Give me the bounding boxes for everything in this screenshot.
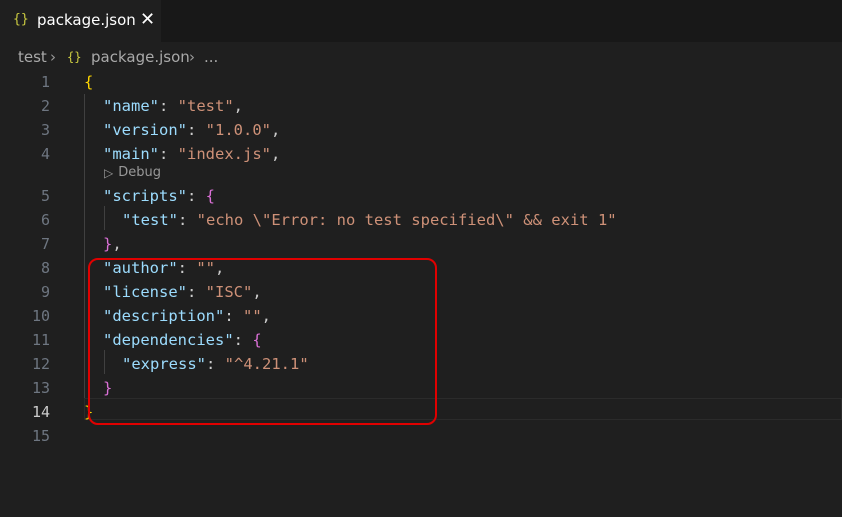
code-text: "version": "1.0.0", xyxy=(103,121,281,139)
json-key: "name" xyxy=(103,97,159,115)
tab-label: package.json xyxy=(37,11,136,29)
brace-open: { xyxy=(84,73,94,91)
line-number: 6 xyxy=(40,211,50,229)
annotation-highlight-box xyxy=(88,258,437,425)
json-value: "1.0.0" xyxy=(205,121,271,139)
line-number: 7 xyxy=(40,235,50,253)
code-line: 7 }, xyxy=(0,232,842,256)
line-number: 1 xyxy=(40,73,50,91)
code-text: "test": "echo \"Error: no test specified… xyxy=(122,211,617,229)
close-icon[interactable]: ✕ xyxy=(140,9,155,30)
line-number: 14 xyxy=(31,403,50,421)
code-line: 1 { xyxy=(0,70,842,94)
line-number: 12 xyxy=(31,355,50,373)
json-file-icon: {} xyxy=(67,50,82,64)
code-line: 4 "main": "index.js", xyxy=(0,142,842,166)
code-text: }, xyxy=(103,235,122,253)
line-number: 9 xyxy=(40,283,50,301)
code-text: "scripts": { xyxy=(103,187,216,205)
line-number: 13 xyxy=(31,379,50,397)
breadcrumb-file[interactable]: package.json xyxy=(91,48,190,66)
breadcrumb-folder[interactable]: test xyxy=(18,48,47,66)
code-editor[interactable]: 1 { 2 "name": "test", 3 "version": "1.0.… xyxy=(0,70,842,517)
chevron-right-icon: › xyxy=(189,48,195,66)
code-line: 6 "test": "echo \"Error: no test specifi… xyxy=(0,208,842,232)
debug-codelens[interactable]: ▷ Debug xyxy=(104,165,161,180)
json-key: "version" xyxy=(103,121,187,139)
json-key: "main" xyxy=(103,145,159,163)
json-key: "test" xyxy=(122,211,178,229)
line-number: 4 xyxy=(40,145,50,163)
code-line: 15 xyxy=(0,424,842,448)
line-number: 8 xyxy=(40,259,50,277)
debug-label: Debug xyxy=(118,165,161,180)
tab-bar: {} package.json ✕ xyxy=(0,0,842,42)
line-number: 15 xyxy=(31,427,50,445)
code-line: 5 "scripts": { xyxy=(0,184,842,208)
line-number: 5 xyxy=(40,187,50,205)
json-value: "echo \"Error: no test specified\" && ex… xyxy=(196,211,617,229)
code-line: 2 "name": "test", xyxy=(0,94,842,118)
json-value: "index.js" xyxy=(177,145,271,163)
code-text: "main": "index.js", xyxy=(103,145,281,163)
chevron-right-icon: › xyxy=(50,48,56,66)
code-text: "name": "test", xyxy=(103,97,244,115)
play-icon: ▷ xyxy=(104,165,114,180)
line-number: 3 xyxy=(40,121,50,139)
json-value: "test" xyxy=(177,97,234,115)
breadcrumb-more[interactable]: ... xyxy=(204,48,218,66)
line-number: 10 xyxy=(31,307,50,325)
breadcrumb: test › {} package.json › ... xyxy=(0,44,842,70)
tab-package-json[interactable]: {} package.json ✕ xyxy=(0,0,161,42)
code-line: 3 "version": "1.0.0", xyxy=(0,118,842,142)
json-file-icon: {} xyxy=(13,12,29,27)
json-key: "scripts" xyxy=(103,187,187,205)
line-number: 11 xyxy=(31,331,50,349)
line-number: 2 xyxy=(40,97,50,115)
